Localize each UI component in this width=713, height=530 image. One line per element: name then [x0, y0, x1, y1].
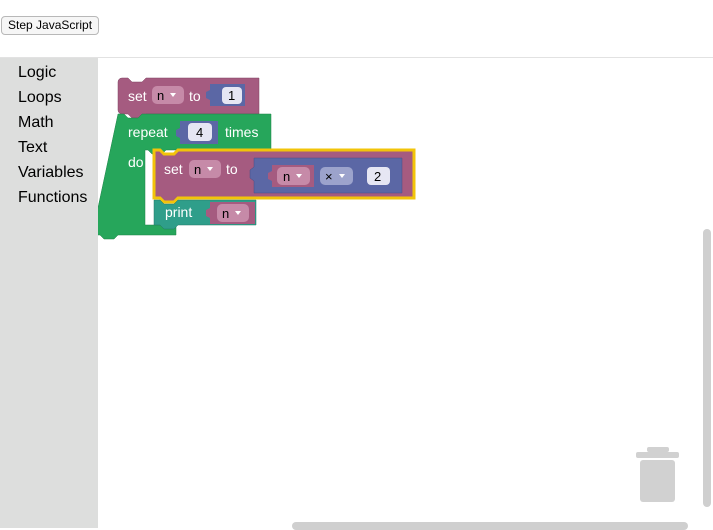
blocks-canvas: set n to 1 repeat 4 times do set n to n … — [98, 77, 679, 502]
to-keyword: to — [226, 161, 238, 177]
variable-name: n — [157, 88, 164, 103]
set-keyword: set — [128, 88, 147, 104]
number-value: 2 — [374, 169, 381, 184]
arithmetic-block[interactable]: n × 2 — [249, 157, 403, 194]
do-keyword: do — [128, 154, 144, 170]
category-logic[interactable]: Logic — [18, 64, 56, 82]
operator-symbol: × — [325, 169, 333, 184]
set-block-1[interactable]: set n to 1 — [117, 77, 260, 119]
top-toolbar: Step JavaScript — [0, 0, 713, 58]
step-javascript-button[interactable]: Step JavaScript — [1, 16, 100, 35]
block-workspace[interactable]: set n to 1 repeat 4 times do set n to n … — [98, 58, 713, 528]
category-variables[interactable]: Variables — [18, 164, 84, 182]
set-keyword: set — [164, 161, 183, 177]
variable-name: n — [283, 169, 290, 184]
number-value: 1 — [228, 88, 235, 103]
times-value: 4 — [196, 125, 203, 140]
variable-name: n — [194, 162, 201, 177]
print-block[interactable]: print n — [153, 199, 257, 230]
trash-icon[interactable] — [636, 447, 679, 502]
category-math[interactable]: Math — [18, 114, 54, 132]
print-keyword: print — [165, 204, 192, 220]
vertical-scrollbar[interactable] — [703, 229, 711, 507]
variable-name: n — [222, 206, 229, 221]
horizontal-scrollbar[interactable] — [292, 522, 688, 530]
category-functions[interactable]: Functions — [18, 189, 87, 207]
category-loops[interactable]: Loops — [18, 89, 62, 107]
toolbox: Logic Loops Math Text Variables Function… — [0, 58, 98, 528]
repeat-keyword: repeat — [128, 124, 168, 140]
to-keyword: to — [189, 88, 201, 104]
category-text[interactable]: Text — [18, 139, 47, 157]
variable-dropdown[interactable] — [277, 167, 310, 185]
times-keyword: times — [225, 124, 258, 140]
